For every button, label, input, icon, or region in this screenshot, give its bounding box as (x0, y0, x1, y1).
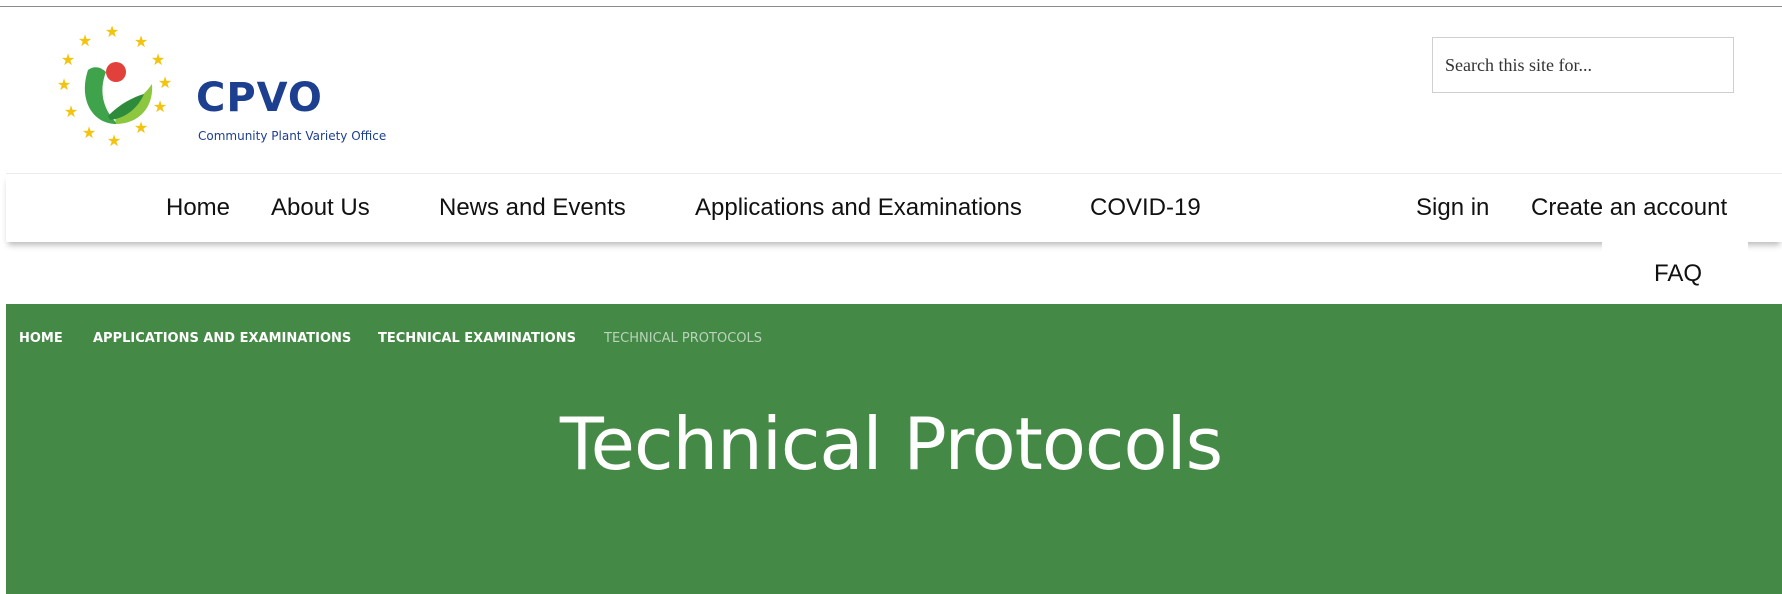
cpvo-logo[interactable]: ★ ★ ★ ★ ★ ★ ★ ★ ★ ★ ★ ★ CPVO Community P… (48, 20, 418, 155)
svg-text:★: ★ (64, 102, 78, 121)
svg-text:★: ★ (105, 22, 119, 41)
svg-text:★: ★ (57, 75, 71, 94)
svg-text:★: ★ (61, 50, 75, 69)
nav-item-about-us[interactable]: About Us (271, 194, 370, 222)
breadcrumb-technical-examinations[interactable]: TECHNICAL EXAMINATIONS (378, 331, 576, 346)
nav-item-applications-and-examinations[interactable]: Applications and Examinations (695, 194, 1022, 222)
breadcrumb-current-technical-protocols: TECHNICAL PROTOCOLS (604, 331, 762, 346)
breadcrumb-home[interactable]: HOME (19, 331, 63, 346)
nav-item-covid-19[interactable]: COVID-19 (1090, 194, 1201, 222)
logo-emblem-icon: ★ ★ ★ ★ ★ ★ ★ ★ ★ ★ ★ ★ (57, 22, 172, 150)
svg-text:★: ★ (82, 123, 96, 142)
top-rule (0, 6, 1782, 7)
svg-text:★: ★ (151, 50, 165, 69)
svg-text:★: ★ (134, 32, 148, 51)
search-input[interactable] (1432, 37, 1734, 93)
svg-text:★: ★ (134, 118, 148, 137)
sign-in-link[interactable]: Sign in (1416, 194, 1489, 222)
logo-subtitle: Community Plant Variety Office (198, 129, 387, 143)
svg-text:★: ★ (107, 131, 121, 150)
faq-link[interactable]: FAQ (1654, 260, 1702, 288)
create-account-link[interactable]: Create an account (1531, 194, 1727, 222)
page-title: Technical Protocols (559, 402, 1223, 486)
svg-text:★: ★ (78, 31, 92, 50)
breadcrumb-applications-and-examinations[interactable]: APPLICATIONS AND EXAMINATIONS (93, 331, 351, 346)
nav-item-home[interactable]: Home (166, 194, 230, 222)
svg-text:★: ★ (153, 97, 167, 116)
nav-item-news-and-events[interactable]: News and Events (439, 194, 626, 222)
logo-wordmark: CPVO (196, 75, 323, 121)
svg-text:★: ★ (158, 73, 172, 92)
